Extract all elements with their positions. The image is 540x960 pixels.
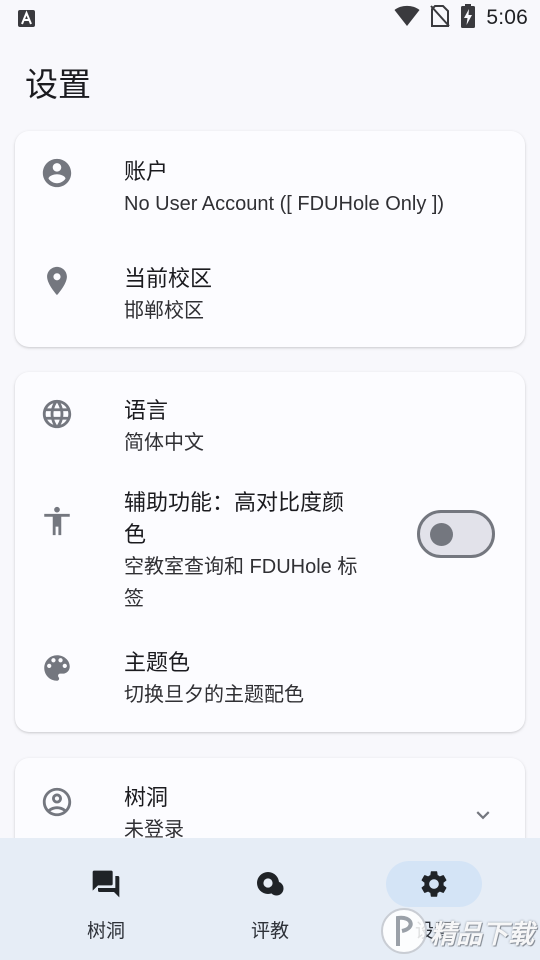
nav-item-review[interactable]: 评教 bbox=[210, 838, 330, 960]
toggle-knob bbox=[430, 523, 453, 546]
account-item[interactable]: 账户 No User Account ([ FDUHole Only ]) bbox=[15, 131, 525, 239]
location-pin-icon bbox=[40, 264, 74, 298]
no-sim-icon bbox=[430, 4, 451, 32]
account-subtitle: No User Account ([ FDUHole Only ]) bbox=[124, 193, 445, 215]
palette-icon bbox=[40, 651, 74, 685]
theme-subtitle: 切换旦夕的主题配色 bbox=[124, 684, 304, 706]
app-notification-icon bbox=[18, 10, 35, 27]
theme-title: 主题色 bbox=[124, 650, 191, 675]
nav-item-treehole[interactable]: 树洞 bbox=[46, 838, 166, 960]
language-item[interactable]: 语言 简体中文 bbox=[15, 372, 525, 470]
accessibility-subtitle-line1: 空教室查询和 FDUHole 标 bbox=[124, 556, 358, 578]
status-time: 5:06 bbox=[486, 6, 528, 29]
preferences-card: 语言 简体中文 辅助功能：高对比度颜 色 空教室查询和 FDUHole 标 签 bbox=[15, 372, 525, 732]
gear-icon bbox=[418, 868, 450, 900]
accessibility-icon bbox=[40, 504, 74, 538]
account-card: 账户 No User Account ([ FDUHole Only ]) 当前… bbox=[15, 131, 525, 347]
high-contrast-toggle[interactable] bbox=[417, 510, 495, 558]
settings-screen: 5:06 设置 账户 No User Account ([ FDUHole On… bbox=[0, 0, 540, 960]
campus-subtitle: 邯郸校区 bbox=[124, 300, 204, 322]
forum-icon bbox=[90, 868, 122, 900]
treehole-title: 树洞 bbox=[124, 785, 169, 810]
wifi-icon bbox=[394, 5, 420, 32]
accessibility-title-line2: 色 bbox=[124, 522, 147, 547]
review-icon bbox=[254, 868, 286, 900]
battery-charging-icon bbox=[460, 3, 476, 33]
campus-title: 当前校区 bbox=[124, 266, 213, 291]
accessibility-subtitle-line2: 签 bbox=[124, 588, 144, 610]
status-right: 5:06 bbox=[394, 3, 528, 33]
account-outline-icon bbox=[40, 785, 74, 819]
campus-item[interactable]: 当前校区 邯郸校区 bbox=[15, 239, 525, 347]
account-title: 账户 bbox=[124, 159, 169, 184]
page-title: 设置 bbox=[25, 66, 91, 103]
chevron-down-icon[interactable] bbox=[470, 802, 496, 833]
account-circle-icon bbox=[40, 156, 74, 190]
globe-icon bbox=[40, 397, 74, 431]
nav-label-review: 评教 bbox=[250, 921, 289, 942]
nav-label-treehole: 树洞 bbox=[86, 921, 125, 942]
status-bar: 5:06 bbox=[0, 0, 540, 38]
theme-item[interactable]: 主题色 切换旦夕的主题配色 bbox=[15, 630, 525, 732]
language-title: 语言 bbox=[124, 398, 169, 423]
watermark-text: 精品下载 bbox=[430, 919, 535, 949]
watermark: 精品下载 bbox=[378, 898, 540, 960]
accessibility-title-line1: 辅助功能：高对比度颜 bbox=[124, 490, 345, 515]
language-subtitle: 简体中文 bbox=[124, 432, 204, 454]
